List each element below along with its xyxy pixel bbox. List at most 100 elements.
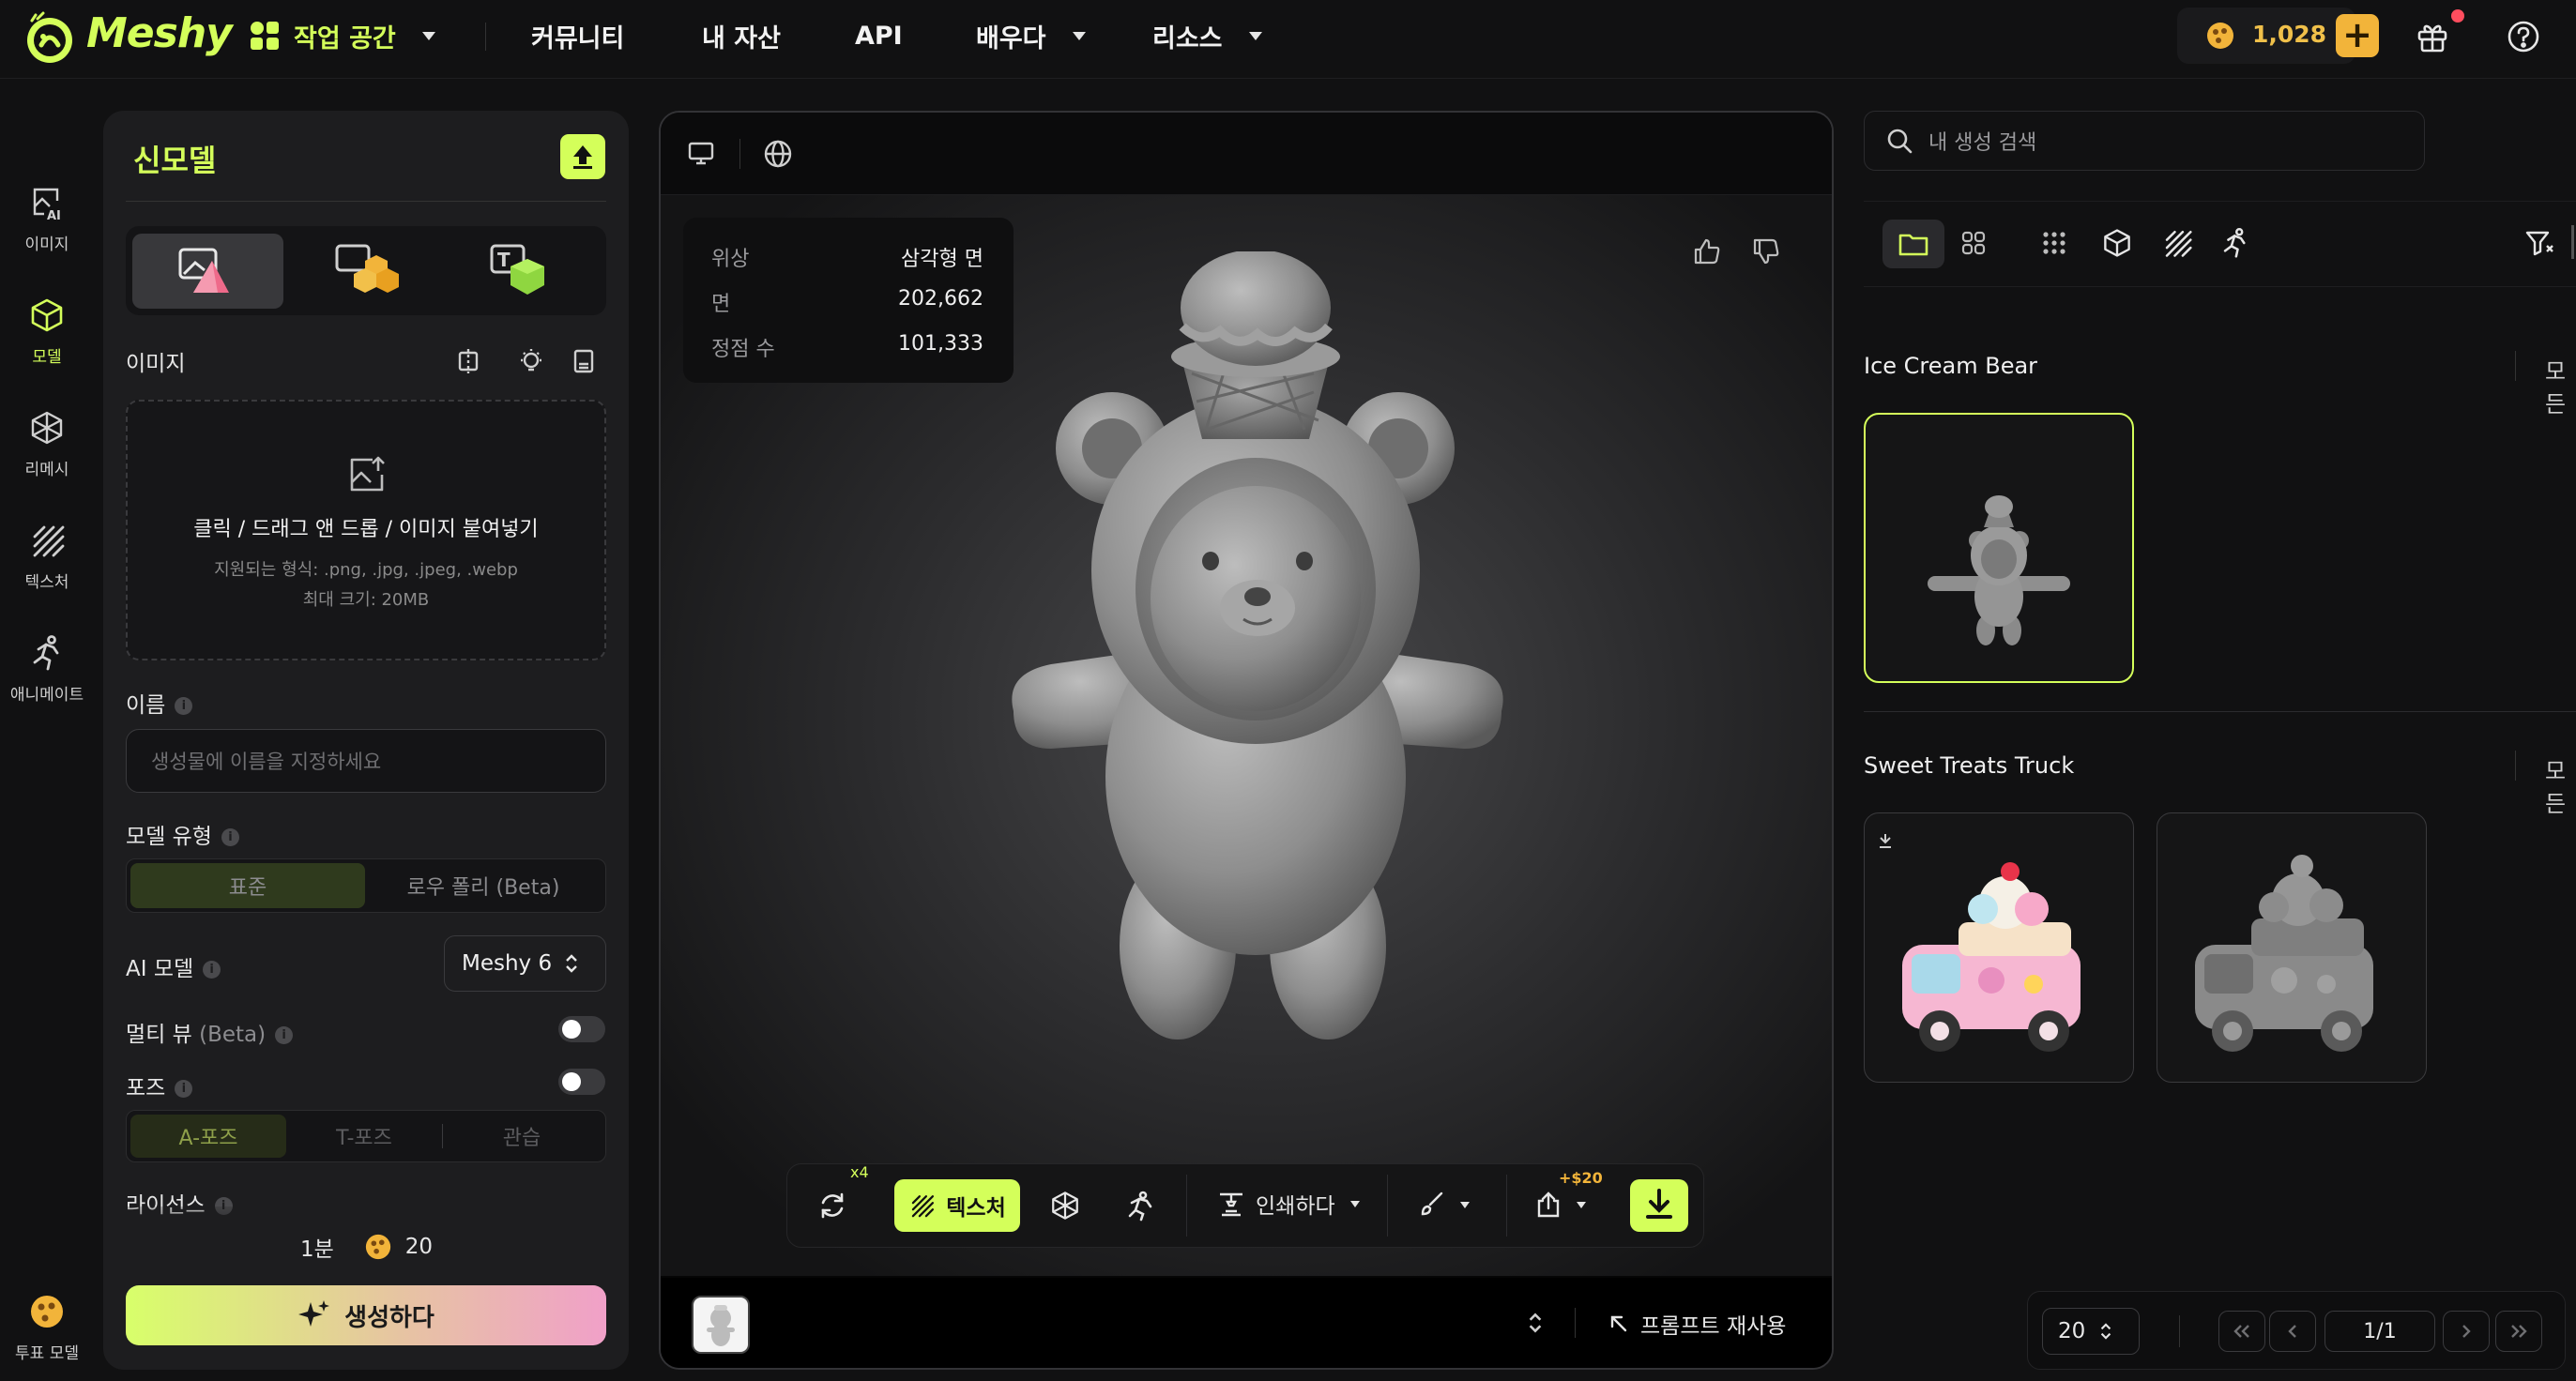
svg-text:AI: AI (47, 209, 61, 221)
help-icon[interactable] (2506, 19, 2541, 54)
info-icon[interactable]: i (221, 828, 239, 846)
group-separator (1864, 711, 2576, 712)
download-button[interactable] (1630, 1179, 1688, 1232)
group-title: Ice Cream Bear (1864, 353, 2038, 379)
rig-icon[interactable] (1124, 1190, 1156, 1222)
chevron-right-icon (2462, 1325, 2471, 1338)
scroll-indicator (2571, 225, 2574, 259)
source-image-thumbnail[interactable] (692, 1296, 750, 1354)
viewer-bar-divider (739, 139, 740, 169)
texture-stripes-icon[interactable] (2162, 227, 2192, 259)
group-tag[interactable]: 모든 (2545, 752, 2576, 818)
nav-workspace[interactable]: 작업 공간 (249, 0, 435, 71)
crop-icon[interactable] (454, 347, 482, 375)
stat-vertices-key: 정점 수 (711, 338, 775, 361)
panel-divider (126, 201, 606, 202)
reuse-prompt-button[interactable]: 프롬프트 재사용 (1608, 1308, 1786, 1340)
app-name[interactable]: Meshy (86, 9, 233, 57)
name-input[interactable]: 생성물에 이름을 지정하세요 (126, 729, 606, 793)
generation-card[interactable] (2157, 812, 2427, 1083)
upload-button[interactable] (560, 134, 605, 179)
generate-button[interactable]: 생성하다 (126, 1285, 606, 1345)
card-thumbnail (1880, 834, 2081, 1052)
refresh-badge: x4 (850, 1163, 869, 1181)
rail-image[interactable]: AI 이미지 (0, 184, 94, 254)
next-page-button[interactable] (2443, 1311, 2490, 1352)
dots-grid-icon[interactable] (2040, 229, 2068, 257)
remesh-icon (31, 411, 63, 445)
first-page-button[interactable] (2218, 1311, 2265, 1352)
generation-card[interactable] (1864, 413, 2134, 683)
pose-t: T-포즈 (336, 1127, 392, 1150)
pose-toggle[interactable] (558, 1069, 605, 1095)
remesh-icon[interactable] (1049, 1190, 1081, 1222)
texture-stripes-icon (912, 1195, 935, 1218)
per-page-select[interactable]: 20 (2042, 1308, 2140, 1355)
toolbar-divider (1387, 1175, 1388, 1237)
toolbar-divider (1186, 1175, 1187, 1237)
viewer-header (661, 113, 1832, 195)
nav-resources[interactable]: 리소스 (1152, 0, 1262, 71)
tab-text-to-3d[interactable]: T (488, 242, 550, 300)
nav-community[interactable]: 커뮤니티 (531, 0, 624, 71)
info-icon[interactable]: i (275, 1026, 294, 1044)
nav-learn[interactable]: 배우다 (976, 0, 1086, 71)
cube-icon[interactable] (2102, 227, 2132, 259)
texture-button[interactable]: 텍스처 (894, 1179, 1020, 1232)
grid-view-icon[interactable] (1959, 229, 1988, 257)
model-type-lowpoly[interactable]: 로우 폴리 (Beta) (365, 863, 602, 908)
rail-animate[interactable]: 애니메이트 (0, 634, 94, 705)
page-indicator[interactable]: 1/1 (2324, 1311, 2435, 1352)
thumbs-up-icon[interactable] (1692, 236, 1722, 266)
last-page-button[interactable] (2495, 1311, 2542, 1352)
lightbulb-icon[interactable] (517, 347, 545, 375)
tab-multi-image[interactable] (333, 242, 399, 300)
texture-button-label: 텍스처 (946, 1196, 1006, 1221)
monitor-icon[interactable] (687, 139, 715, 167)
info-icon[interactable]: i (203, 961, 221, 979)
print-button[interactable]: 인쇄하다 (1216, 1188, 1360, 1220)
bear-3d-model[interactable] (995, 251, 1520, 1058)
meshy-logo-icon[interactable] (23, 11, 77, 66)
search-input[interactable]: 내 생성 검색 (1864, 111, 2425, 171)
multiview-beta: (Beta) (199, 1023, 267, 1047)
nav-assets[interactable]: 내 자산 (702, 0, 781, 71)
thumbs-down-icon[interactable] (1751, 236, 1781, 266)
nav-api[interactable]: API (855, 0, 903, 71)
image-upload-icon (346, 454, 388, 495)
add-credits-button[interactable]: + (2336, 14, 2379, 57)
rail-vote[interactable]: 투표 모델 (0, 1293, 94, 1363)
multiview-label: 멀티 뷰 (Beta) i (126, 1016, 294, 1048)
brush-menu[interactable] (1417, 1190, 1470, 1220)
generation-card[interactable] (1864, 812, 2134, 1083)
rail-texture[interactable]: 텍스처 (0, 522, 94, 592)
document-icon[interactable] (570, 347, 598, 375)
running-person-icon[interactable] (2220, 227, 2250, 259)
gift-icon[interactable] (2415, 19, 2450, 54)
filter-icon[interactable] (2524, 229, 2554, 257)
prev-page-button[interactable] (2269, 1311, 2316, 1352)
time-estimate: 1분 (300, 1237, 334, 1262)
refresh-icon[interactable] (816, 1190, 848, 1222)
ai-model-select[interactable]: Meshy 6 (444, 935, 606, 992)
credits-count: 1,028 (2252, 21, 2327, 48)
pose-label-text: 포즈 (126, 1076, 166, 1100)
model-type-standard[interactable]: 표준 (130, 863, 365, 908)
rail-remesh[interactable]: 리메시 (0, 409, 94, 479)
info-icon[interactable]: i (175, 1080, 193, 1098)
chevron-left-icon (2288, 1325, 2296, 1338)
rail-model[interactable]: 모델 (0, 296, 94, 367)
info-icon[interactable]: i (175, 697, 193, 715)
image-to-3d-icon (176, 244, 238, 300)
export-menu[interactable] (1533, 1190, 1586, 1220)
chevrons-right-icon (2511, 1325, 2527, 1338)
ai-image-icon: AI (33, 188, 61, 221)
globe-icon[interactable] (763, 139, 793, 169)
multiview-toggle[interactable] (558, 1016, 605, 1042)
multiview-label-text: 멀티 뷰 (126, 1023, 192, 1047)
nav-divider (485, 23, 486, 51)
search-placeholder: 내 생성 검색 (1928, 131, 2037, 155)
chevron-down-icon (421, 31, 435, 40)
group-tag[interactable]: 모든 (2545, 353, 2576, 418)
updown-chevron-icon[interactable] (1526, 1310, 1545, 1336)
